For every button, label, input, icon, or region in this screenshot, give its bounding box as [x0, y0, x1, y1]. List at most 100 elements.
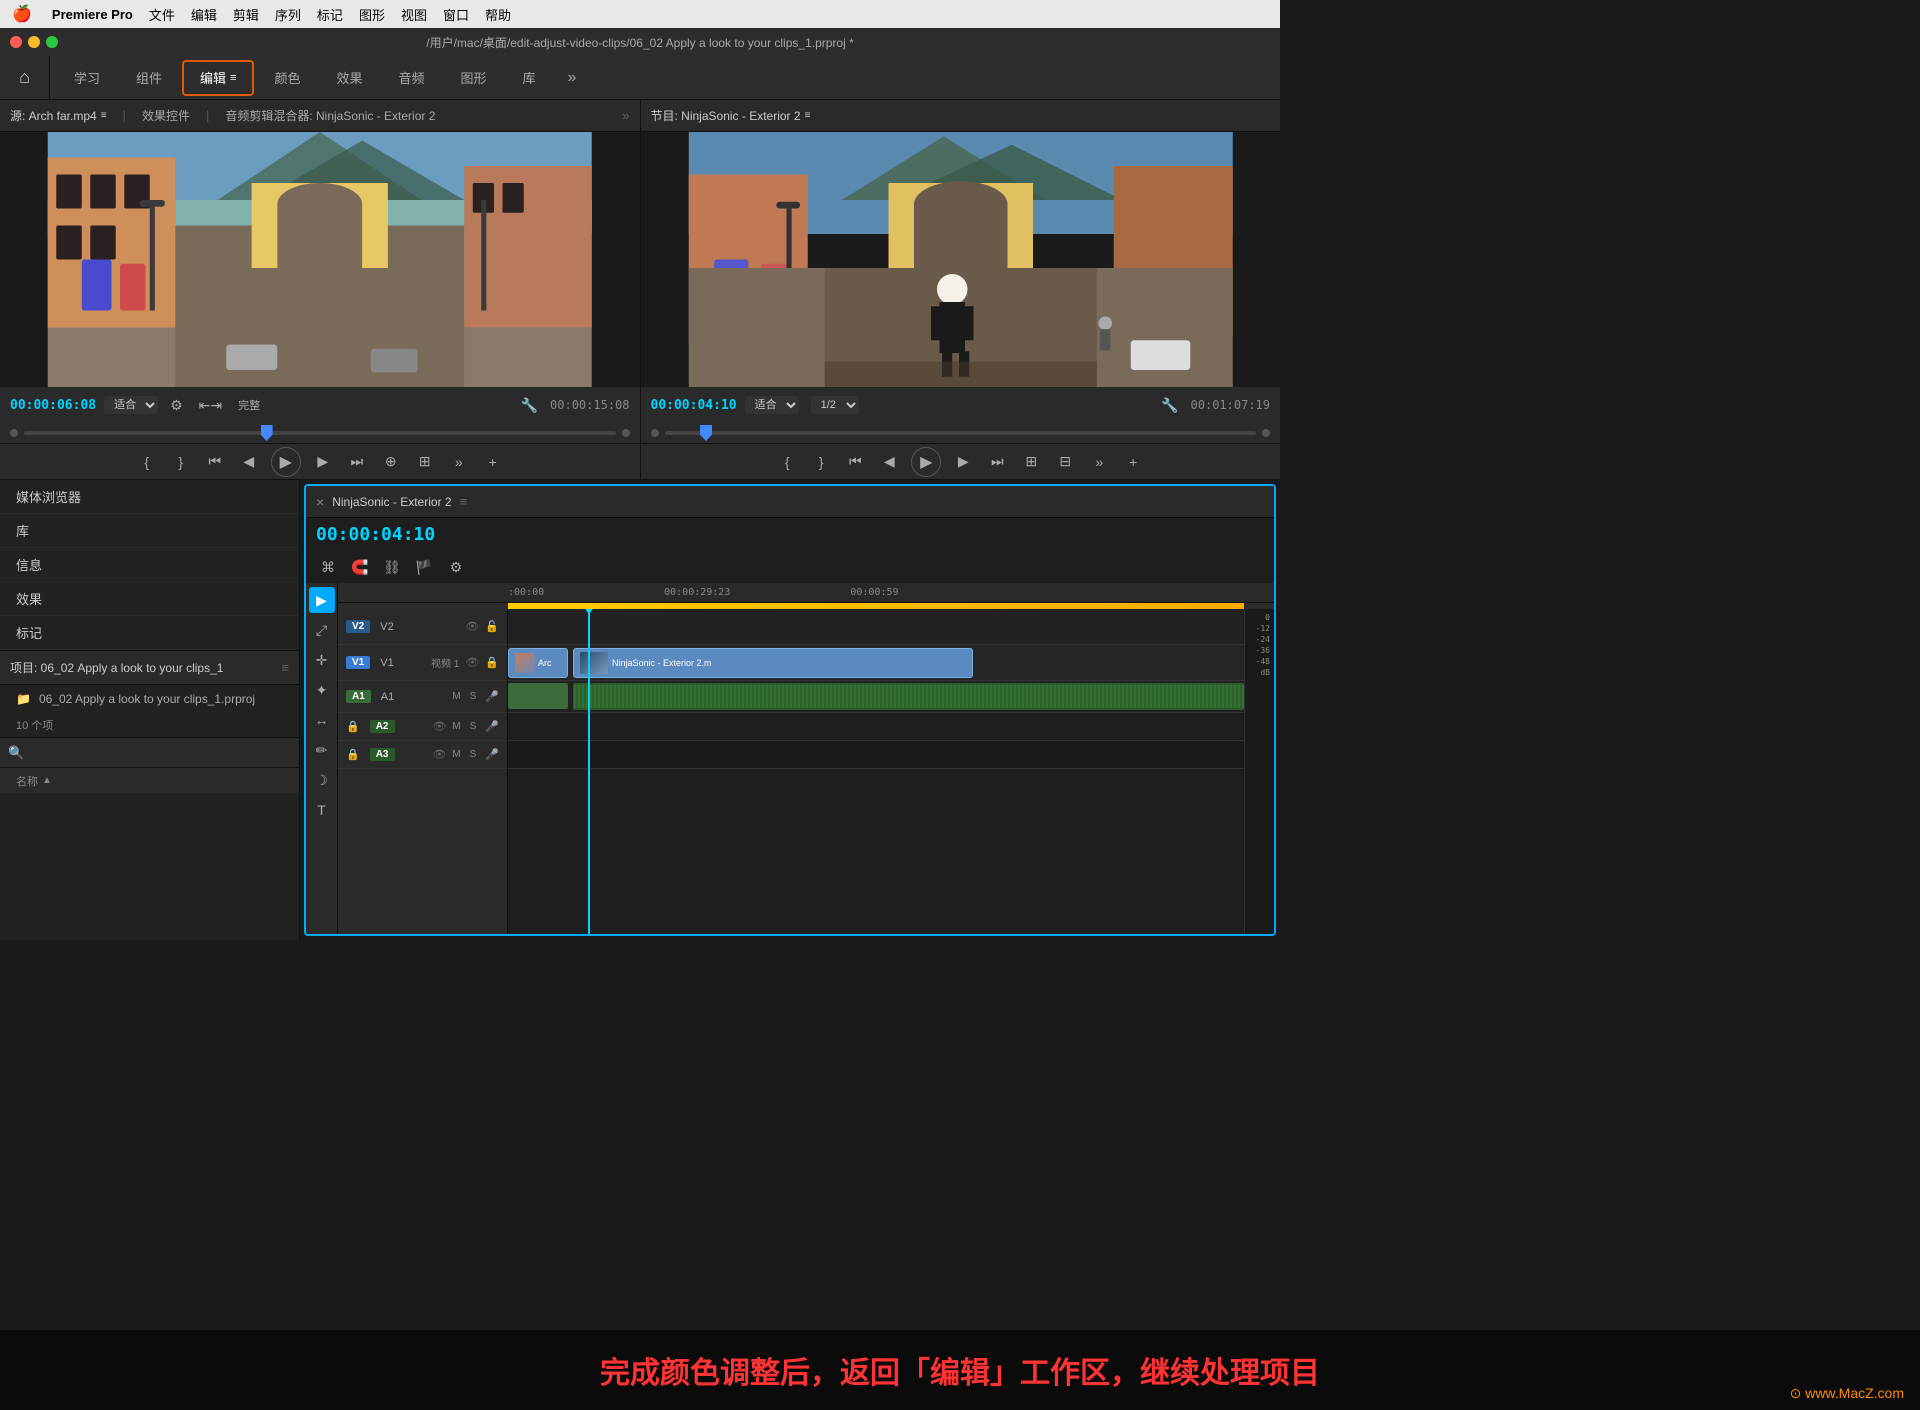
a1-s-button[interactable]: S: [470, 691, 477, 702]
program-go-in[interactable]: ⏮: [843, 450, 867, 474]
source-playhead-track[interactable]: [24, 431, 616, 435]
menu-clip[interactable]: 剪辑: [233, 5, 259, 24]
search-input[interactable]: [30, 746, 291, 760]
hand-tool[interactable]: ☽: [309, 767, 335, 793]
source-go-in[interactable]: ⏮: [203, 450, 227, 474]
source-more2[interactable]: »: [447, 450, 471, 474]
razor-tool[interactable]: ✦: [309, 677, 335, 703]
program-playhead-track[interactable]: [665, 431, 1257, 435]
a2-mic-icon[interactable]: 🎤: [485, 720, 499, 733]
tab-effects[interactable]: 效果: [320, 60, 378, 96]
a3-m-button[interactable]: M: [452, 749, 460, 760]
source-quality[interactable]: 完整: [234, 395, 264, 415]
source-more[interactable]: »: [622, 108, 629, 123]
menu-sequence[interactable]: 序列: [275, 5, 301, 24]
source-settings-icon[interactable]: ⚙: [166, 395, 187, 416]
audio-clip-arc[interactable]: [508, 683, 568, 709]
clip-ninjasonic[interactable]: NinjaSonic - Exterior 2.m: [573, 648, 973, 678]
v1-eye-icon[interactable]: 👁: [465, 656, 479, 669]
tl-settings-tool[interactable]: ⚙: [444, 555, 468, 579]
home-button[interactable]: ⌂: [0, 56, 50, 100]
program-mark-in[interactable]: {: [775, 450, 799, 474]
move-tool[interactable]: ✛: [309, 647, 335, 673]
source-step-back[interactable]: ◀: [237, 450, 261, 474]
box-select-tool[interactable]: ⤢: [309, 617, 335, 643]
menu-marker[interactable]: 标记: [317, 5, 343, 24]
source-insert-icon[interactable]: ⇤⇥: [195, 395, 226, 416]
tab-study[interactable]: 学习: [58, 60, 116, 96]
menu-graphics[interactable]: 图形: [359, 5, 385, 24]
sidebar-item-markers[interactable]: 标记: [0, 616, 299, 650]
program-step-back[interactable]: ◀: [877, 450, 901, 474]
program-go-out[interactable]: ⏭: [985, 450, 1009, 474]
tab-components[interactable]: 组件: [120, 60, 178, 96]
program-tab[interactable]: 节目: NinjaSonic - Exterior 2 ≡: [651, 107, 811, 124]
source-video-preview[interactable]: [0, 132, 640, 387]
tab-edit[interactable]: 编辑 ≡: [182, 60, 254, 96]
program-mark-out[interactable]: }: [809, 450, 833, 474]
tab-color[interactable]: 颜色: [258, 60, 316, 96]
source-insert[interactable]: ⊕: [379, 450, 403, 474]
timeline-close-button[interactable]: ×: [316, 494, 324, 510]
program-video-preview[interactable]: [641, 132, 1281, 387]
a1-m-button[interactable]: M: [452, 691, 460, 702]
source-mark-in[interactable]: {: [135, 450, 159, 474]
tl-snap-tool[interactable]: ⌘: [316, 555, 340, 579]
clip-arc[interactable]: Arc: [508, 648, 568, 678]
tl-marker-tool[interactable]: 🏴: [412, 555, 436, 579]
a3-lock-icon[interactable]: 🔒: [346, 748, 360, 761]
sidebar-item-library[interactable]: 库: [0, 514, 299, 548]
program-tab-menu[interactable]: ≡: [805, 110, 811, 121]
menu-help[interactable]: 帮助: [485, 5, 511, 24]
program-playhead-bar[interactable]: [641, 423, 1281, 443]
project-file-item[interactable]: 📁 06_02 Apply a look to your clips_1.prp…: [0, 685, 299, 713]
a2-m-button[interactable]: M: [452, 721, 460, 732]
a3-eye-icon[interactable]: 👁: [432, 748, 446, 761]
tab-library[interactable]: 库: [507, 60, 552, 96]
program-lift[interactable]: ⊞: [1019, 450, 1043, 474]
track-row-v1[interactable]: Arc NinjaSonic - Exterior: [508, 645, 1244, 681]
menu-window[interactable]: 窗口: [443, 5, 469, 24]
source-fit-select[interactable]: 适合: [104, 396, 158, 414]
source-playhead-bar[interactable]: [0, 423, 640, 443]
v2-lock-icon[interactable]: 🔓: [485, 620, 499, 633]
source-go-out[interactable]: ⏭: [345, 450, 369, 474]
source-wrench-icon[interactable]: 🔧: [517, 395, 542, 416]
fullscreen-button[interactable]: [46, 36, 58, 48]
v1-lock-icon[interactable]: 🔒: [485, 656, 499, 669]
source-play[interactable]: ▶: [271, 447, 301, 477]
project-menu-icon[interactable]: ≡: [281, 660, 289, 675]
track-row-a2[interactable]: [508, 713, 1244, 741]
pen-tool[interactable]: ✏: [309, 737, 335, 763]
source-overwrite[interactable]: ⊞: [413, 450, 437, 474]
track-row-v2[interactable]: [508, 609, 1244, 645]
program-wrench-icon[interactable]: 🔧: [1157, 395, 1182, 416]
text-tool[interactable]: T: [309, 797, 335, 823]
source-add[interactable]: +: [481, 450, 505, 474]
menu-view[interactable]: 视图: [401, 5, 427, 24]
select-tool[interactable]: ▶: [309, 587, 335, 613]
a1-mic-icon[interactable]: 🎤: [485, 690, 499, 703]
program-more2[interactable]: »: [1087, 450, 1111, 474]
program-quality-select[interactable]: 1/2: [811, 396, 859, 414]
minimize-button[interactable]: [28, 36, 40, 48]
tl-link-tool[interactable]: ⛓: [380, 555, 404, 579]
tab-audio[interactable]: 音频: [383, 60, 441, 96]
v2-eye-icon[interactable]: 👁: [465, 620, 479, 633]
a2-lock-icon[interactable]: 🔒: [346, 720, 360, 733]
menu-file[interactable]: 文件: [149, 5, 175, 24]
sidebar-item-media-browser[interactable]: 媒体浏览器: [0, 480, 299, 514]
effects-tab[interactable]: 效果控件: [142, 107, 190, 124]
audio-mixer-tab[interactable]: 音频剪辑混合器: NinjaSonic - Exterior 2: [225, 107, 435, 124]
a3-mic-icon[interactable]: 🎤: [485, 748, 499, 761]
a3-s-button[interactable]: S: [470, 749, 477, 760]
track-row-a3[interactable]: [508, 741, 1244, 769]
a2-eye-icon[interactable]: 👁: [432, 720, 446, 733]
track-row-a1[interactable]: [508, 681, 1244, 713]
source-step-fwd[interactable]: ▶: [311, 450, 335, 474]
more-tabs[interactable]: »: [556, 69, 589, 87]
source-tab[interactable]: 源: Arch far.mp4 ≡: [10, 107, 107, 124]
sidebar-item-info[interactable]: 信息: [0, 548, 299, 582]
program-step-fwd[interactable]: ▶: [951, 450, 975, 474]
tl-magnet-tool[interactable]: 🧲: [348, 555, 372, 579]
